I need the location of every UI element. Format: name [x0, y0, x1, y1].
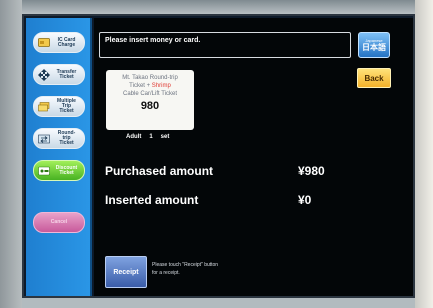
ticket-line-2-prefix: Ticket + — [129, 83, 152, 89]
status-message: Please insert money or card. — [99, 32, 351, 58]
ticket-machine-screen: IC Card Charge Transfer Ticket Multiple … — [22, 14, 415, 298]
ticket-price: 980 — [140, 100, 160, 112]
menu-round-trip-ticket-button[interactable]: Round- trip Ticket — [33, 128, 85, 149]
inserted-amount-row: Inserted amount ¥0 — [105, 193, 335, 209]
discount-ticket-icon — [38, 166, 50, 176]
quantity-count: 1 — [149, 134, 153, 140]
left-menu: IC Card Charge Transfer Ticket Multiple … — [26, 18, 92, 296]
machine-bezel-top — [0, 0, 433, 14]
transfer-arrows-icon — [38, 68, 50, 81]
receipt-hint: Please touch "Receipt" button for a rece… — [152, 262, 219, 276]
menu-discount-ticket-button[interactable]: Discount Ticket — [33, 160, 85, 181]
language-button-large-label: 日本語 — [362, 43, 386, 52]
language-button[interactable]: Japanese 日本語 — [358, 32, 390, 58]
selected-ticket-card: Mt. Takao Round-trip Ticket + Shrimp Cab… — [106, 70, 194, 130]
ticket-quantity: Adult 1 set — [126, 134, 177, 140]
machine-bezel-left — [0, 0, 22, 308]
menu-cancel-button[interactable]: Cancel — [33, 212, 85, 233]
menu-item-label: Multiple Trip Ticket — [57, 98, 76, 114]
menu-item-label: Round- trip Ticket — [57, 130, 76, 146]
purchased-amount-label: Purchased amount — [105, 164, 214, 178]
back-button[interactable]: Back — [357, 68, 391, 88]
quantity-unit: set — [160, 134, 170, 140]
machine-bezel-right — [415, 0, 433, 308]
menu-item-label: Transfer Ticket — [56, 68, 77, 80]
inserted-amount-value: ¥0 — [298, 193, 312, 207]
ticket-stack-icon — [38, 101, 50, 112]
menu-multiple-trip-ticket-button[interactable]: Multiple Trip Ticket — [33, 96, 85, 117]
main-panel: Please insert money or card. Japanese 日本… — [94, 18, 413, 296]
ticket-line-2: Ticket + Shrimp — [106, 82, 194, 90]
menu-item-label: Discount Ticket — [55, 164, 78, 176]
purchased-amount-row: Purchased amount ¥980 — [105, 164, 335, 180]
ticket-line-1: Mt. Takao Round-trip — [122, 75, 178, 81]
receipt-button[interactable]: Receipt — [105, 256, 147, 288]
menu-ic-card-charge-button[interactable]: IC Card Charge — [33, 32, 85, 53]
passenger-type: Adult — [126, 134, 142, 140]
machine-bezel-bottom — [22, 298, 415, 308]
inserted-amount-label: Inserted amount — [105, 193, 199, 207]
purchased-amount-value: ¥980 — [298, 164, 325, 178]
menu-transfer-ticket-button[interactable]: Transfer Ticket — [33, 64, 85, 85]
menu-item-label: Cancel — [50, 219, 68, 225]
ticket-line-3: Cable Car/Lift Ticket — [122, 91, 178, 97]
card-icon — [38, 38, 50, 48]
round-trip-icon — [38, 134, 50, 144]
ticket-line-2-highlight: Shrimp — [151, 83, 171, 89]
menu-item-label: IC Card Charge — [57, 36, 76, 48]
